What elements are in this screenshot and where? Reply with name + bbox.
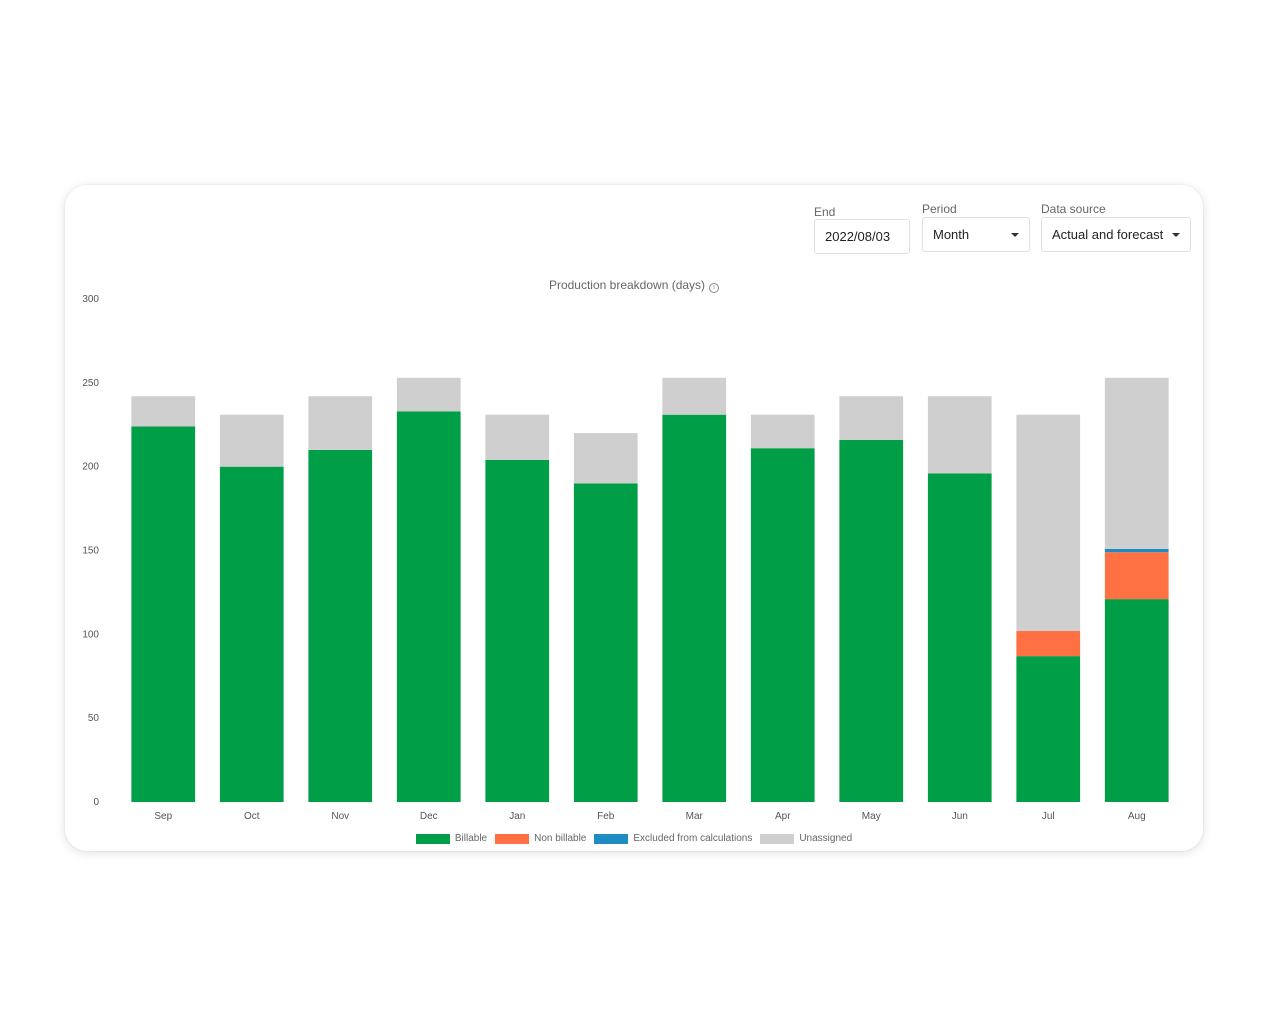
bar-segment-unassigned[interactable] — [662, 377, 727, 415]
bar-segment-billable[interactable] — [1016, 656, 1081, 802]
bar-segment-unassigned[interactable] — [131, 396, 196, 427]
bar-segment-unassigned[interactable] — [839, 396, 904, 440]
bar-segment-billable[interactable] — [839, 439, 904, 802]
legend-label: Non billable — [534, 833, 587, 844]
bar-segment-billable[interactable] — [1104, 599, 1169, 802]
y-tick-label: 100 — [82, 629, 99, 640]
x-tick-label: Feb — [597, 811, 615, 822]
bar-segment-unassigned[interactable] — [573, 433, 638, 484]
bar-segment-non-billable[interactable] — [1104, 552, 1169, 600]
bar-segment-unassigned[interactable] — [750, 414, 815, 449]
x-tick-label: Jan — [509, 811, 525, 822]
y-tick-label: 200 — [82, 462, 99, 473]
stacked-bar-chart: 0 50 100 150 200 250 300 Sep Oct Nov Dec Jan Feb Mar A… — [82, 294, 1169, 822]
bar-segment-billable[interactable] — [219, 466, 284, 802]
x-tick-label: Oct — [244, 811, 260, 822]
bar-segment-unassigned[interactable] — [927, 396, 992, 474]
production-breakdown-card: End 2022/08/03 Period Month Data source … — [65, 185, 1203, 851]
bar-segment-unassigned[interactable] — [396, 377, 461, 412]
bar-segment-billable[interactable] — [662, 414, 727, 802]
y-tick-label: 150 — [82, 546, 99, 557]
bar-segment-unassigned[interactable] — [219, 414, 284, 467]
legend-item[interactable]: Unassigned — [760, 833, 852, 844]
bar-segment-billable[interactable] — [750, 448, 815, 802]
bar-segment-billable[interactable] — [573, 483, 638, 802]
legend-label: Excluded from calculations — [633, 833, 753, 844]
bar-segment-unassigned[interactable] — [308, 396, 373, 450]
bar-segment-excluded[interactable] — [1104, 548, 1169, 553]
bar-segment-unassigned[interactable] — [485, 414, 550, 460]
legend-item[interactable]: Billable — [415, 833, 488, 844]
bar-segment-billable[interactable] — [485, 459, 550, 802]
bar-segment-billable[interactable] — [927, 473, 992, 802]
x-tick-label: Aug — [1128, 811, 1146, 822]
y-tick-label: 300 — [82, 294, 99, 305]
bar-segment-billable[interactable] — [131, 426, 196, 802]
x-tick-label: May — [862, 811, 881, 822]
x-tick-label: Nov — [331, 811, 349, 822]
legend-swatch — [760, 833, 795, 844]
x-tick-label: Apr — [775, 811, 791, 822]
legend-swatch — [594, 833, 629, 844]
bar-segment-unassigned[interactable] — [1016, 414, 1081, 631]
legend-swatch — [495, 833, 530, 844]
x-tick-label: Mar — [686, 811, 704, 822]
legend-label: Billable — [454, 833, 488, 844]
x-tick-label: Jun — [952, 811, 968, 822]
legend-label: Unassigned — [799, 833, 853, 844]
bar-segment-non-billable[interactable] — [1016, 630, 1081, 657]
chart-legend: Billable Non billable Excluded from calcul… — [65, 833, 1203, 844]
y-tick-label: 0 — [93, 797, 99, 808]
x-tick-label: Sep — [154, 811, 172, 822]
bar-segment-unassigned[interactable] — [1104, 377, 1169, 549]
bar-segment-billable[interactable] — [308, 449, 373, 802]
legend-item[interactable]: Excluded from calculations — [594, 833, 752, 844]
bar-segment-billable[interactable] — [396, 411, 461, 802]
x-tick-label: Jul — [1042, 811, 1055, 822]
y-tick-label: 250 — [82, 378, 99, 389]
y-tick-label: 50 — [88, 713, 100, 724]
legend-item[interactable]: Non billable — [495, 833, 586, 844]
legend-swatch — [415, 833, 450, 844]
x-tick-label: Dec — [420, 811, 438, 822]
